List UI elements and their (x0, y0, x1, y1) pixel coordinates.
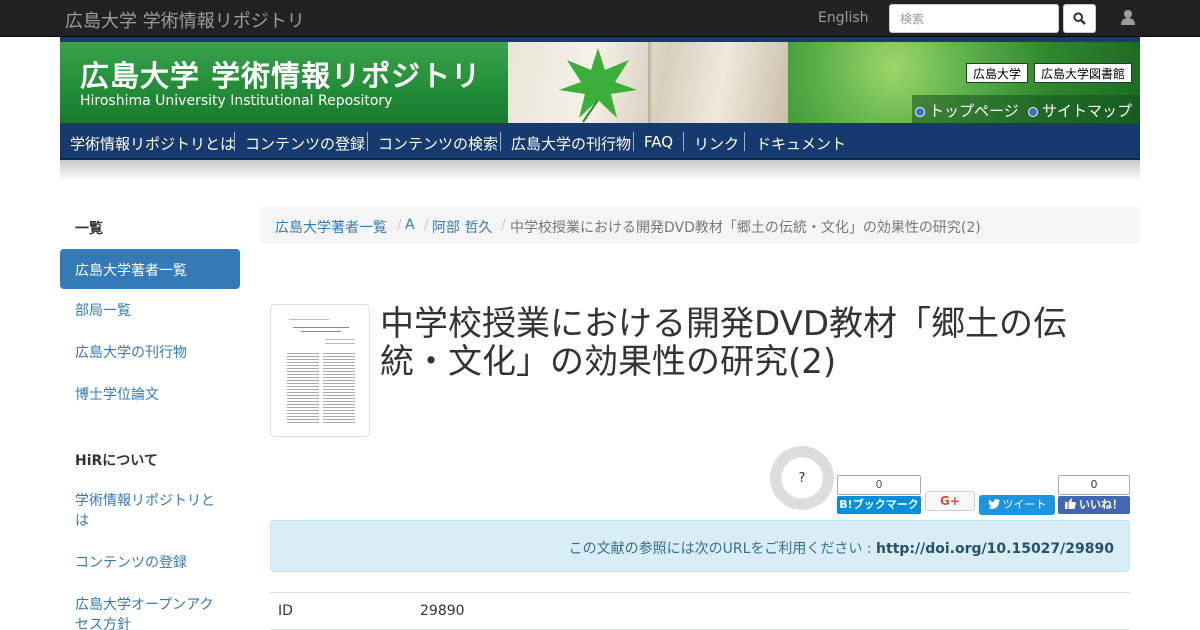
top-page-link-label: トップページ (929, 102, 1019, 120)
thumb-column-left (287, 353, 319, 423)
nav-documents[interactable]: ドキュメント (756, 133, 846, 154)
bullet-icon (1028, 107, 1038, 117)
breadcrumb-current: 中学校授業における開発DVD教材「郷土の伝統・文化」の効果性の研究(2) (510, 220, 981, 236)
search-icon (1073, 12, 1086, 25)
banner-book-image (508, 42, 788, 123)
maple-leaf-icon (559, 48, 637, 123)
tweet-button[interactable]: ツイート (979, 495, 1055, 515)
altmetric-badge[interactable]: ? (770, 446, 834, 510)
thumb-line (325, 339, 355, 340)
nav-separator (683, 132, 684, 151)
sitemap-link-label: サイトマップ (1042, 102, 1133, 120)
facebook-like-button[interactable]: いいね！ (1058, 496, 1130, 514)
navbar-brand[interactable]: 広島大学 学術情報リポジトリ (65, 7, 305, 33)
breadcrumb-authors[interactable]: 広島大学著者一覧 (275, 217, 387, 237)
reference-url-text: この文献の参照には次のURLをご利用ください : http://doi.org/… (569, 538, 1114, 558)
library-link[interactable]: 広島大学図書館 (1034, 63, 1133, 83)
table-row-key-id: ID (278, 603, 293, 619)
site-banner: 広島大学 学術情報リポジトリ Hiroshima University Inst… (60, 37, 1140, 123)
thumb-line (301, 331, 341, 332)
thumbnail-page (283, 313, 359, 427)
nav-shadow (60, 160, 1140, 182)
facebook-like-label: いいね！ (1079, 498, 1123, 511)
tweet-button-label: ツイート (1002, 498, 1047, 511)
google-plus-button[interactable]: G+ (925, 491, 975, 511)
nav-search[interactable]: コンテンツの検索 (378, 133, 498, 154)
thumb-line (325, 343, 355, 344)
thumb-column-right (323, 353, 355, 423)
bullet-icon (915, 107, 925, 117)
breadcrumb: 広島大学著者一覧 / A / 阿部 哲久 / 中学校授業における開発DVD教材「… (260, 207, 1140, 243)
sidebar-item-oa-policy[interactable]: 広島大学オープンアクセス方針 (75, 595, 220, 630)
language-link[interactable]: English (818, 10, 869, 26)
banner-title-en: Hiroshima University Institutional Repos… (80, 93, 393, 109)
altmetric-badge-label: ? (798, 470, 806, 486)
page-title: 中学校授業における開発DVD教材「郷土の伝統・文化」の効果性の研究(2) (380, 304, 1068, 382)
table-border-top (270, 592, 1130, 593)
nav-about[interactable]: 学術情報リポジトリとは (70, 133, 235, 154)
sidebar-item-register[interactable]: コンテンツの登録 (75, 553, 220, 573)
document-thumbnail[interactable] (270, 304, 370, 437)
hatena-bookmark-widget: 0 B!ブックマーク (837, 475, 921, 515)
sitemap-link[interactable]: サイトマップ (1028, 100, 1132, 121)
main-nav: 学術情報リポジトリとは コンテンツの登録 コンテンツの検索 広島大学の刊行物 F… (60, 123, 1140, 160)
breadcrumb-separator: / (424, 217, 429, 233)
sidebar-item-departments[interactable]: 部局一覧 (75, 301, 220, 321)
nav-separator (633, 132, 634, 151)
thumb-line (289, 319, 329, 320)
sidebar-item-label: 広島大学著者一覧 (75, 263, 187, 279)
table-row-value-id: 29890 (420, 603, 465, 619)
breadcrumb-author[interactable]: 阿部 哲久 (432, 217, 492, 237)
sidebar-item-about-repo[interactable]: 学術情報リポジトリとは (75, 491, 220, 531)
twitter-icon (987, 499, 1000, 509)
breadcrumb-letter[interactable]: A (405, 217, 415, 233)
facebook-like-widget: 0 いいね！ (1058, 475, 1130, 515)
book-spine (648, 42, 654, 123)
university-link[interactable]: 広島大学 (966, 63, 1029, 83)
thumbs-up-icon (1065, 498, 1076, 509)
hatena-count: 0 (837, 475, 921, 495)
nav-separator (744, 132, 745, 151)
search-button[interactable] (1063, 4, 1096, 33)
nav-separator (234, 132, 235, 151)
sidebar-item-publications[interactable]: 広島大学の刊行物 (75, 343, 220, 363)
nav-publications[interactable]: 広島大学の刊行物 (511, 133, 631, 154)
breadcrumb-separator: / (397, 217, 402, 233)
reference-url-prefix: この文献の参照には次のURLをご利用ください : (568, 541, 877, 557)
doi-link[interactable]: http://doi.org/10.15027/29890 (876, 541, 1114, 557)
sidebar-heading-about: HiRについて (75, 453, 158, 469)
sidebar-heading-list: 一覧 (75, 221, 103, 237)
search-input[interactable] (889, 4, 1059, 33)
breadcrumb-separator: / (501, 217, 506, 233)
sidebar-item-authors[interactable]: 広島大学著者一覧 (60, 249, 240, 289)
nav-links[interactable]: リンク (694, 133, 739, 154)
hatena-bookmark-button[interactable]: B!ブックマーク (837, 496, 921, 514)
banner-title-jp: 広島大学 学術情報リポジトリ (80, 59, 482, 93)
nav-separator (500, 132, 501, 151)
reference-url-alert: この文献の参照には次のURLをご利用ください : http://doi.org/… (270, 520, 1130, 572)
user-icon[interactable] (1118, 8, 1138, 28)
nav-faq[interactable]: FAQ (644, 133, 673, 151)
sidebar-item-theses[interactable]: 博士学位論文 (75, 385, 220, 405)
nav-register[interactable]: コンテンツの登録 (245, 133, 365, 154)
facebook-like-count: 0 (1058, 475, 1130, 495)
nav-separator (367, 132, 368, 151)
thumb-line (293, 327, 349, 328)
top-navbar: 広島大学 学術情報リポジトリ English (0, 0, 1200, 37)
top-page-link[interactable]: トップページ (915, 100, 1019, 121)
